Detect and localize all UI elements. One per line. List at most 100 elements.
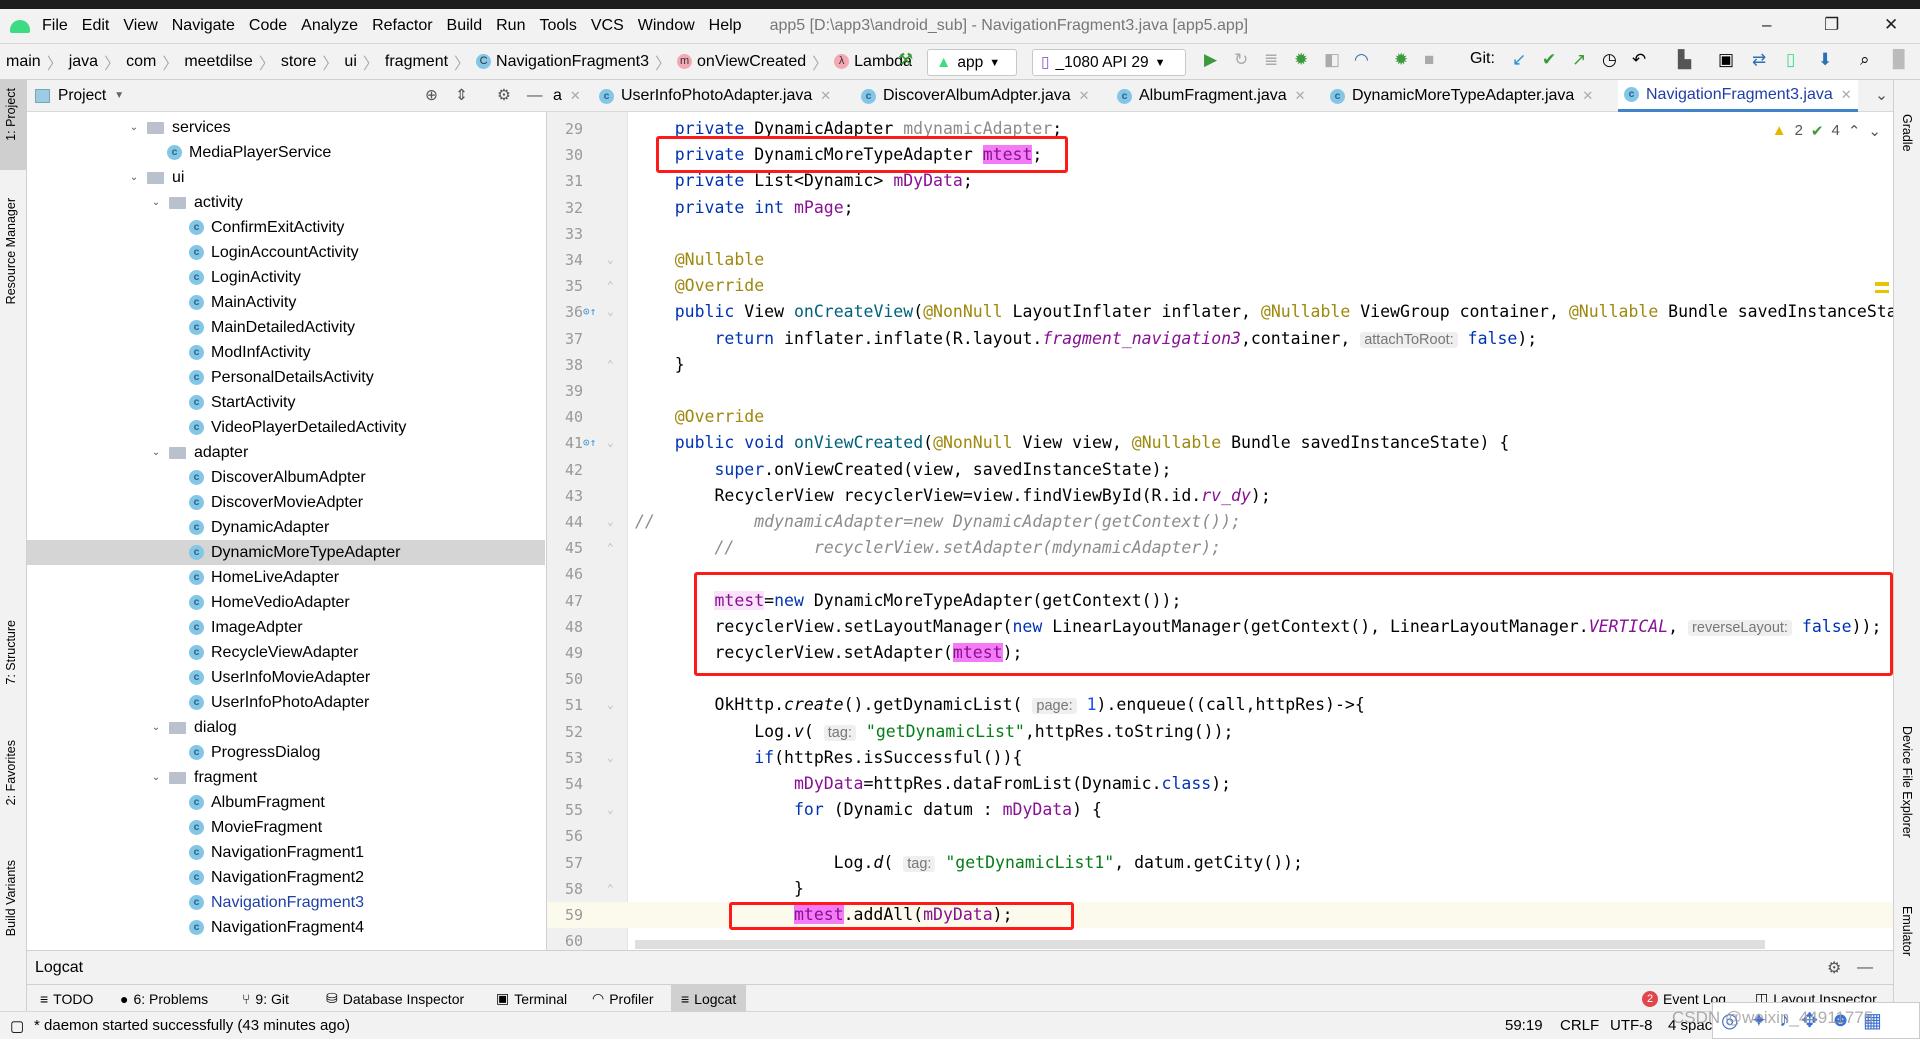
breadcrumb-item[interactable]: ui [344,53,356,71]
project-view-dropdown[interactable]: Project [58,87,106,105]
search-icon[interactable]: ⌕ [1860,50,1870,70]
code-line[interactable]: 55 ⌄ for (Dynamic datum : mDyData) { [547,797,1893,823]
tree-item[interactable]: c VideoPlayerDetailedActivity [27,415,545,440]
menu-build[interactable]: Build [447,17,483,35]
tree-item[interactable]: c MainDetailedActivity [27,315,545,340]
rollback-icon[interactable]: ↶ [1632,50,1646,70]
chevron-down-icon[interactable]: ⌄ [127,122,141,133]
code-line[interactable]: 33 [547,221,1893,247]
code-line[interactable]: 44 ⌄ // mdynamicAdapter=new DynamicAdapter… [547,509,1893,535]
tab-a[interactable]: a ✕ [547,80,587,112]
avatar-icon[interactable]: ▉ [1893,50,1906,70]
status-message[interactable]: * daemon started successfully (43 minute… [34,1017,350,1034]
menu-run[interactable]: Run [496,17,525,35]
fold-marker-icon[interactable]: ⌄ [607,509,614,535]
code-line[interactable]: 38 ⌃ } [547,352,1893,378]
avd-manager-icon[interactable]: ▯ [1786,50,1795,70]
git-update-icon[interactable]: ↙ [1512,50,1526,70]
chevron-down-icon[interactable]: ⌄ [149,197,163,208]
breadcrumb-item[interactable]: C NavigationFragment3 [476,53,649,71]
code-line[interactable]: 58 ⌃ } [547,876,1893,902]
tree-item[interactable]: c DiscoverMovieAdpter [27,490,545,515]
code-line[interactable]: 52 Log.v( tag: "getDynamicList",httpRes.… [547,719,1893,745]
tool-build-variants[interactable]: Build Variants [4,860,18,936]
breadcrumb-item[interactable]: com [126,53,156,71]
tree-item[interactable]: c ConfirmExitActivity [27,215,545,240]
device-dropdown[interactable]: ▯ _1080 API 29 ▼ [1032,49,1186,76]
locate-icon[interactable]: ⊕ [425,86,438,105]
tool-tab-logcat[interactable]: ≡ Logcat [671,985,747,1012]
fold-marker-icon[interactable]: ⌄ [607,797,614,823]
tab-discoveralbumadpter-java[interactable]: c DiscoverAlbumAdpter.java ✕ [855,80,1096,112]
sync-icon[interactable]: ▣ [1718,50,1734,70]
close-tab-icon[interactable]: ✕ [1295,88,1306,104]
fold-marker-icon[interactable]: ⌄ [607,692,614,718]
tool-tab-profiler[interactable]: ◠ Profiler [582,985,664,1012]
debug-icon[interactable]: ✹ [1294,50,1308,70]
gradle-sync-icon[interactable]: ⇄ [1752,50,1766,70]
breadcrumb-item[interactable]: fragment [385,53,448,71]
apply-code-changes-icon[interactable]: ≣ [1264,50,1278,70]
override-marker-icon[interactable]: ⊙↑ [583,430,596,456]
gear-icon[interactable]: ⚙ [497,86,511,105]
tree-item[interactable]: c DynamicAdapter [27,515,545,540]
menu-edit[interactable]: Edit [82,17,110,35]
menu-navigate[interactable]: Navigate [172,17,235,35]
tree-item[interactable]: c HomeVedioAdapter [27,590,545,615]
chevron-down-icon[interactable]: ⌄ [149,772,163,783]
sdk-manager-icon[interactable]: ⬇ [1818,50,1832,70]
run-icon[interactable]: ▶ [1204,50,1217,70]
tree-item[interactable]: ⌄ ui [27,165,545,190]
fold-marker-icon[interactable]: ⌄ [607,299,614,325]
tree-item[interactable]: ⌄ dialog [27,715,545,740]
close-button[interactable]: ✕ [1884,15,1898,35]
code-line[interactable]: 39 [547,378,1893,404]
breadcrumb-item[interactable]: main [6,53,41,71]
tool-project[interactable]: 1: Project [4,88,18,141]
close-tab-icon[interactable]: ✕ [570,88,581,104]
status-toggle-icon[interactable]: ▢ [10,1017,24,1035]
code-line[interactable]: 40 @Override [547,404,1893,430]
file-encoding[interactable]: UTF-8 [1610,1017,1653,1034]
attach-debugger-icon[interactable]: ✹ [1394,50,1408,70]
menu-view[interactable]: View [123,17,157,35]
menu-tools[interactable]: Tools [539,17,576,35]
tree-item[interactable]: c LoginAccountActivity [27,240,545,265]
fold-marker-icon[interactable]: ⌄ [607,247,614,273]
fold-marker-icon[interactable]: ⌃ [607,535,614,561]
tree-item[interactable]: c NavigationFragment3 [27,890,545,915]
profile-icon[interactable]: ◠ [1354,50,1369,70]
fold-marker-icon[interactable]: ⌃ [607,273,614,299]
tool-tab-6-problems[interactable]: ● 6: Problems [110,985,218,1012]
close-tab-icon[interactable]: ✕ [1841,87,1852,103]
tree-item[interactable]: c MainActivity [27,290,545,315]
override-marker-icon[interactable]: ⊙↑ [583,299,596,325]
git-history-icon[interactable]: ◷ [1602,50,1617,70]
minimize-button[interactable]: – [1762,15,1771,35]
gear-icon[interactable]: ⚙ [1827,958,1841,978]
tree-item[interactable]: c MediaPlayerService [27,140,545,165]
chevron-down-icon[interactable]: ⌄ [127,172,141,183]
git-push-icon[interactable]: ↗ [1572,50,1586,70]
run-config-dropdown[interactable]: ▲ app ▼ [927,49,1017,76]
project-structure-icon[interactable]: ▙ [1678,50,1691,70]
tool-device-file-explorer[interactable]: Device File Explorer [1900,726,1914,838]
menu-vcs[interactable]: VCS [591,17,624,35]
tree-item[interactable]: c NavigationFragment4 [27,915,545,940]
tree-item[interactable]: c DynamicMoreTypeAdapter [27,540,545,565]
code-line[interactable]: 45 ⌃ // recyclerView.setAdapter(mdynamicA… [547,535,1893,561]
menu-refactor[interactable]: Refactor [372,17,432,35]
tree-item[interactable]: c MovieFragment [27,815,545,840]
collapse-all-icon[interactable]: ⇕ [455,86,468,105]
close-tab-icon[interactable]: ✕ [820,88,831,104]
tree-item[interactable]: c AlbumFragment [27,790,545,815]
code-line[interactable]: 57 Log.d( tag: "getDynamicList1", datum.… [547,850,1893,876]
tool-structure[interactable]: 7: Structure [4,620,18,685]
apply-changes-icon[interactable]: ↻ [1234,50,1248,70]
code-line[interactable]: 34 ⌄ @Nullable [547,247,1893,273]
tree-item[interactable]: c PersonalDetailsActivity [27,365,545,390]
coverage-icon[interactable]: ◧ [1324,50,1340,70]
menu-help[interactable]: Help [709,17,742,35]
code-line[interactable]: 56 [547,823,1893,849]
tool-tab-database-inspector[interactable]: ⛁ Database Inspector [316,985,474,1012]
